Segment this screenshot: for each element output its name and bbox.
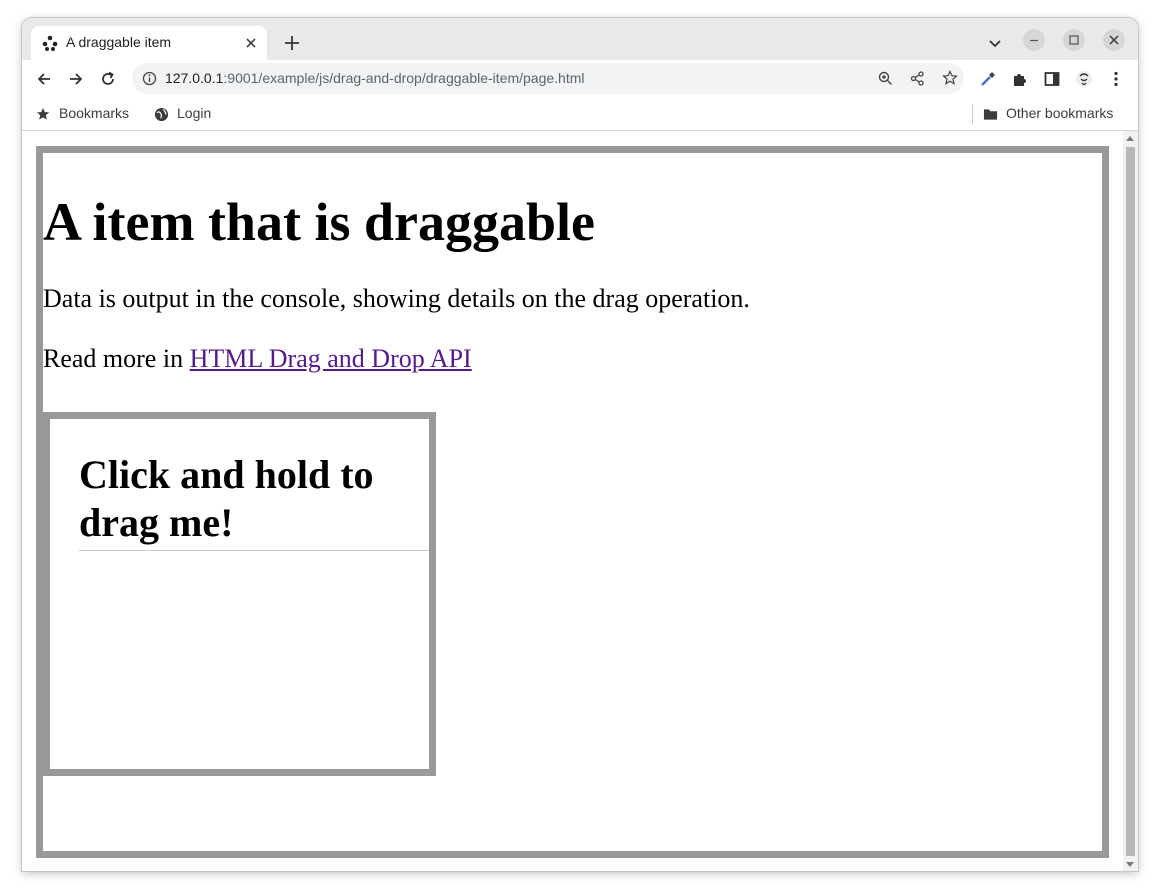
- vertical-scrollbar[interactable]: [1123, 131, 1138, 871]
- reload-icon[interactable]: [99, 70, 117, 88]
- favicon-icon: [42, 35, 58, 51]
- divider: [79, 550, 429, 551]
- url-text: 127.0.0.1:9001/example/js/drag-and-drop/…: [165, 70, 585, 86]
- close-icon[interactable]: [243, 35, 259, 51]
- back-arrow-icon[interactable]: [35, 70, 53, 88]
- eyedropper-icon[interactable]: [979, 70, 997, 88]
- profile-avatar-icon[interactable]: [1075, 70, 1093, 88]
- menu-dots-icon[interactable]: [1107, 70, 1125, 88]
- minimize-icon: [1030, 39, 1038, 42]
- page-viewport: A item that is draggable Data is output …: [22, 131, 1138, 871]
- minimize-button[interactable]: [1023, 29, 1045, 51]
- bookmarks-bar: Bookmarks Login Other bookmarks: [22, 98, 1138, 131]
- folder-icon: [983, 109, 998, 120]
- drag-item-title: Click and hold to drag me!: [79, 452, 374, 545]
- bookmarks-divider: [972, 104, 973, 124]
- read-more-prefix: Read more in: [43, 344, 190, 373]
- share-icon[interactable]: [910, 71, 925, 86]
- maximize-icon: [1069, 35, 1079, 45]
- zoom-icon[interactable]: [878, 71, 893, 86]
- read-more-text: Read more in HTML Drag and Drop API: [43, 344, 472, 374]
- bookmark-label: Login: [177, 105, 212, 121]
- info-icon[interactable]: [142, 71, 157, 86]
- url-host: 127.0.0.1: [165, 70, 224, 86]
- close-window-button[interactable]: [1103, 29, 1125, 51]
- tab-active[interactable]: A draggable item: [31, 26, 267, 60]
- address-bar[interactable]: 127.0.0.1:9001/example/js/drag-and-drop/…: [132, 63, 964, 94]
- maximize-button[interactable]: [1063, 29, 1085, 51]
- chevron-down-icon[interactable]: [987, 35, 1003, 51]
- api-docs-link[interactable]: HTML Drag and Drop API: [190, 344, 472, 373]
- browser-window: A draggable item 127.0.0.1:9001/example/…: [22, 18, 1138, 871]
- url-path: :9001/example/js/drag-and-drop/draggable…: [223, 70, 585, 86]
- toolbar: 127.0.0.1:9001/example/js/drag-and-drop/…: [22, 60, 1138, 98]
- new-tab-icon[interactable]: [283, 34, 301, 52]
- extensions-puzzle-icon[interactable]: [1011, 70, 1029, 88]
- scroll-thumb[interactable]: [1126, 147, 1135, 856]
- bookmark-label: Bookmarks: [59, 105, 130, 121]
- star-icon: [36, 107, 50, 120]
- page-title: A item that is draggable: [43, 192, 595, 252]
- draggable-item[interactable]: Click and hold to drag me!: [43, 412, 436, 776]
- scroll-up-icon[interactable]: [1126, 136, 1134, 141]
- star-icon[interactable]: [942, 70, 958, 86]
- page-container: A item that is draggable Data is output …: [36, 146, 1109, 858]
- intro-text: Data is output in the console, showing d…: [43, 284, 750, 313]
- forward-arrow-icon[interactable]: [67, 70, 85, 88]
- globe-icon: [154, 107, 169, 122]
- side-panel-icon[interactable]: [1043, 70, 1061, 88]
- scroll-down-icon[interactable]: [1126, 862, 1134, 867]
- tab-strip: A draggable item: [22, 18, 1138, 60]
- close-icon: [1109, 35, 1119, 45]
- tab-title: A draggable item: [66, 34, 172, 50]
- bookmark-label: Other bookmarks: [1006, 105, 1114, 121]
